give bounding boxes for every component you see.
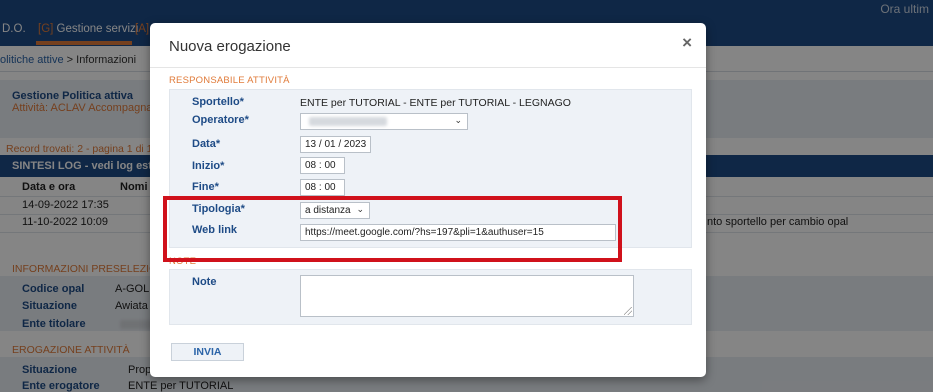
sportello-label: Sportello* — [192, 96, 244, 108]
highlight-box — [163, 196, 622, 262]
section-responsabile-attivita: RESPONSABILE ATTIVITÀ — [169, 75, 290, 86]
note-form: Note — [169, 269, 692, 325]
invia-button[interactable]: INVIA — [171, 343, 244, 361]
sportello-value: ENTE per TUTORIAL - ENTE per TUTORIAL - … — [300, 97, 571, 109]
operatore-label: Operatore* — [192, 114, 249, 126]
chevron-down-icon: ⌄ — [454, 115, 462, 125]
fine-input[interactable] — [300, 179, 345, 196]
inizio-label: Inizio* — [192, 160, 225, 172]
modal-title: Nuova erogazione — [169, 38, 291, 55]
data-input[interactable] — [300, 136, 371, 153]
note-textarea[interactable] — [300, 275, 634, 317]
modal-header: Nuova erogazione × — [150, 23, 706, 68]
close-icon[interactable]: × — [682, 33, 692, 53]
inizio-input[interactable] — [300, 157, 345, 174]
redacted-operatore — [309, 117, 387, 126]
note-label: Note — [192, 276, 217, 288]
fine-label: Fine* — [192, 181, 219, 193]
resize-handle-icon[interactable] — [624, 307, 632, 315]
operatore-select[interactable]: ⌄ — [300, 113, 468, 130]
data-label: Data* — [192, 138, 221, 150]
